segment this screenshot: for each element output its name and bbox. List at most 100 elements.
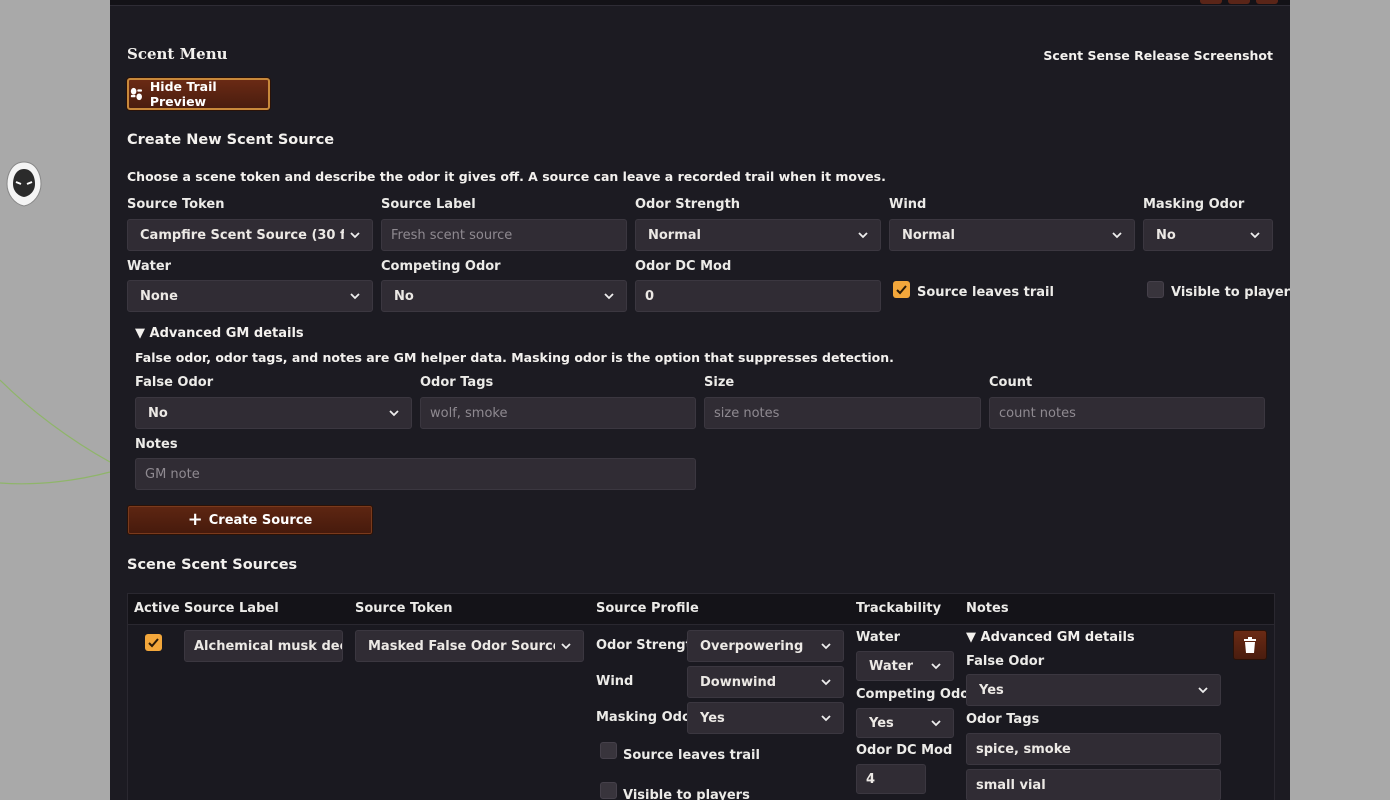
scent-menu-window: Scent Menu Scent Sense Release Screensho… [110, 0, 1290, 800]
titlebar-button[interactable] [1256, 0, 1278, 4]
row-masking-select[interactable]: Yes [687, 702, 844, 734]
source-label-label: Source Label [381, 197, 476, 212]
trash-icon [1244, 637, 1256, 653]
row-dc-mod-value: 4 [866, 771, 876, 787]
row-wind-value: Downwind [700, 674, 777, 690]
odor-strength-label: Odor Strength [635, 197, 741, 212]
row-source-label-value: Alchemical musk decoy [194, 638, 342, 654]
chevron-down-icon [389, 410, 399, 417]
false-odor-select[interactable]: No [135, 397, 412, 429]
visible-to-players-checkbox[interactable] [1147, 281, 1164, 298]
dc-mod-input[interactable]: 0 [635, 280, 881, 312]
row-wind-label: Wind [596, 674, 634, 689]
hide-trail-preview-button[interactable]: Hide Trail Preview [127, 78, 270, 110]
dc-mod-value: 0 [645, 288, 655, 304]
row-odor-strength-label: Odor Strength [596, 638, 702, 653]
chevron-down-icon [1250, 232, 1260, 239]
table-header: Active Source Label Source Token Source … [128, 594, 1274, 625]
create-source-button[interactable]: + Create Source [127, 505, 373, 535]
row-masking-value: Yes [700, 710, 725, 726]
row-active-checkbox[interactable] [145, 634, 162, 651]
row-size-input[interactable]: small vial [966, 769, 1221, 800]
delete-source-button[interactable] [1233, 630, 1267, 660]
titlebar-button[interactable] [1200, 0, 1222, 4]
odor-tags-input[interactable]: wolf, smoke [420, 397, 696, 429]
chevron-down-icon [821, 643, 831, 650]
size-input[interactable]: size notes [704, 397, 981, 429]
size-label: Size [704, 375, 735, 390]
row-odor-tags-input[interactable]: spice, smoke [966, 733, 1221, 765]
row-masking-label: Masking Odor [596, 710, 698, 725]
row-false-odor-select[interactable]: Yes [966, 674, 1221, 706]
row-source-token-select[interactable]: Masked False Odor Source (30 ft Scent) [355, 630, 584, 662]
row-odor-strength-select[interactable]: Overpowering [687, 630, 844, 662]
row-dc-mod-label: Odor DC Mod [856, 743, 953, 758]
row-visible-checkbox[interactable] [600, 782, 617, 799]
chevron-down-icon [821, 715, 831, 722]
column-source-profile: Source Profile [596, 601, 699, 616]
hide-trail-preview-label: Hide Trail Preview [149, 79, 217, 109]
column-source-label: Source Label [184, 601, 279, 616]
triangle-down-icon: ▼ [966, 630, 976, 645]
chevron-down-icon [350, 232, 360, 239]
row-competing-select[interactable]: Yes [856, 708, 954, 738]
row-advanced-toggle[interactable]: ▼ Advanced GM details [966, 630, 1135, 645]
notes-placeholder: GM note [145, 466, 200, 482]
checkmark-icon [896, 285, 907, 295]
chevron-down-icon [350, 293, 360, 300]
wind-value: Normal [902, 227, 955, 243]
row-dc-mod-input[interactable]: 4 [856, 764, 926, 794]
row-water-select[interactable]: Water [856, 651, 954, 681]
masking-odor-select[interactable]: No [1143, 219, 1273, 251]
count-label: Count [989, 375, 1033, 390]
odor-strength-select[interactable]: Normal [635, 219, 881, 251]
false-odor-value: No [148, 405, 168, 421]
sources-heading: Scene Scent Sources [127, 557, 298, 573]
column-source-token: Source Token [355, 601, 453, 616]
row-wind-select[interactable]: Downwind [687, 666, 844, 698]
visible-to-players-label: Visible to players [1171, 285, 1290, 300]
row-competing-value: Yes [869, 715, 894, 731]
chevron-down-icon [931, 720, 941, 727]
source-token-value: Campfire Scent Source (30 ft Scent) [140, 227, 344, 243]
count-input[interactable]: count notes [989, 397, 1265, 429]
leaves-trail-checkbox[interactable] [893, 281, 910, 298]
advanced-details-toggle[interactable]: ▼ Advanced GM details [135, 326, 304, 341]
wind-label: Wind [889, 197, 927, 212]
source-token-select[interactable]: Campfire Scent Source (30 ft Scent) [127, 219, 373, 251]
footprints-icon [130, 87, 142, 101]
row-source-label-input[interactable]: Alchemical musk decoy [184, 630, 343, 662]
create-source-label: Create Source [208, 512, 313, 528]
dc-mod-label: Odor DC Mod [635, 259, 732, 274]
competing-odor-value: No [394, 288, 414, 304]
row-leaves-trail-checkbox[interactable] [600, 742, 617, 759]
count-placeholder: count notes [999, 405, 1076, 421]
plus-icon: + [187, 509, 203, 530]
false-odor-label: False Odor [135, 375, 214, 390]
water-label: Water [127, 259, 172, 274]
checkmark-icon [148, 638, 159, 648]
water-select[interactable]: None [127, 280, 373, 312]
row-visible-label: Visible to players [623, 788, 750, 800]
titlebar-button[interactable] [1228, 0, 1250, 4]
odor-tags-placeholder: wolf, smoke [430, 405, 508, 421]
window-titlebar [110, 0, 1290, 6]
competing-odor-select[interactable]: No [381, 280, 627, 312]
source-label-input[interactable]: Fresh scent source [381, 219, 627, 251]
canvas-drawing [0, 379, 111, 485]
hooded-token-icon[interactable] [4, 160, 44, 208]
chevron-down-icon [1112, 232, 1122, 239]
chevron-down-icon [604, 293, 614, 300]
water-value: None [140, 288, 178, 304]
row-source-token-value: Masked False Odor Source (30 ft Scent) [368, 638, 555, 654]
source-token-label: Source Token [127, 197, 225, 212]
row-odor-tags-value: spice, smoke [976, 741, 1071, 757]
notes-input[interactable]: GM note [135, 458, 696, 490]
odor-tags-label: Odor Tags [420, 375, 494, 390]
create-description: Choose a scene token and describe the od… [127, 169, 886, 184]
row-advanced-label: Advanced GM details [980, 630, 1135, 645]
competing-odor-label: Competing Odor [381, 259, 501, 274]
wind-select[interactable]: Normal [889, 219, 1135, 251]
row-size-value: small vial [976, 777, 1046, 793]
row-leaves-trail-label: Source leaves trail [623, 748, 760, 763]
